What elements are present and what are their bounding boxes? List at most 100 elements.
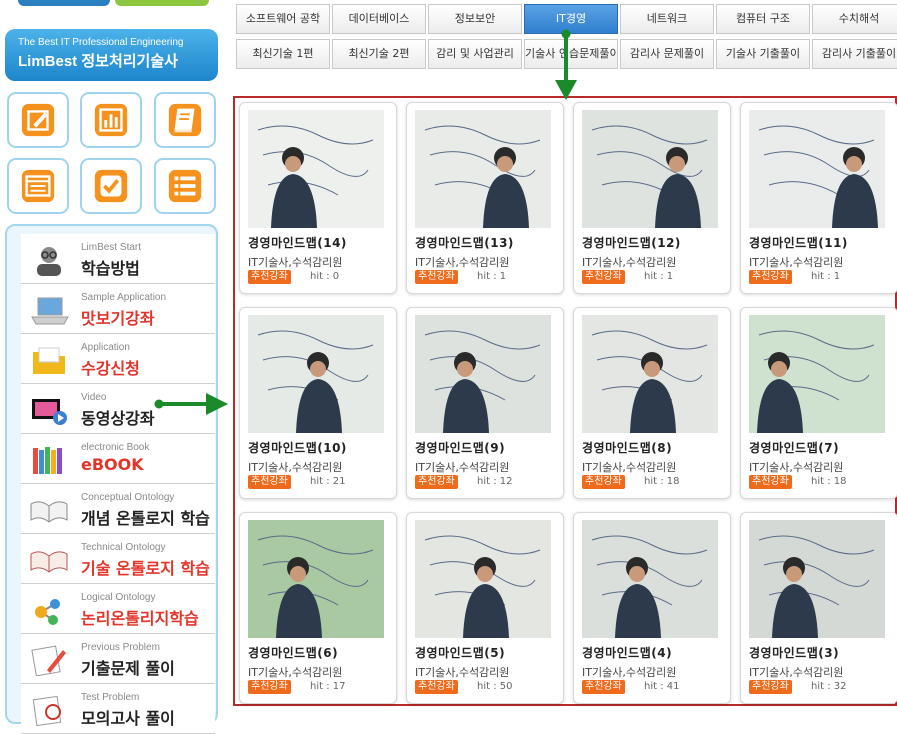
molecule-icon bbox=[29, 594, 69, 626]
hit-count: hit : 18 bbox=[644, 476, 680, 487]
quick-check-button[interactable] bbox=[80, 158, 142, 214]
video-instructor: IT기술사,수석감리원 bbox=[582, 256, 677, 269]
sidebar-item-8[interactable]: Logical Ontology 논리온톨리지학습 bbox=[21, 584, 215, 634]
video-thumbnail[interactable] bbox=[582, 315, 718, 433]
video-title[interactable]: 경영마인드맵(9) bbox=[415, 439, 505, 456]
banner-title: LimBest 정보처리기술사 bbox=[18, 53, 178, 70]
sidebar-item-2[interactable]: Sample Application 맛보기강좌 bbox=[21, 284, 215, 334]
quick-chart-button[interactable] bbox=[80, 92, 142, 148]
video-thumbnail[interactable] bbox=[749, 520, 885, 638]
sidebar-item-10[interactable]: Test Problem 모의고사 풀이 bbox=[21, 684, 215, 734]
open-book-icon bbox=[29, 494, 69, 526]
top-button-green[interactable] bbox=[115, 0, 209, 6]
tab-row1-6[interactable]: 컴퓨터 구조 bbox=[716, 4, 810, 34]
video-thumbnail[interactable] bbox=[248, 315, 384, 433]
quick-edit-button[interactable] bbox=[7, 92, 69, 148]
sidebar-item-subtitle: Technical Ontology bbox=[81, 542, 166, 553]
tab-row1-2[interactable]: 데이터베이스 bbox=[332, 4, 426, 34]
laptop-icon bbox=[29, 294, 69, 326]
recommended-badge: 추천강좌 bbox=[582, 680, 625, 694]
video-instructor: IT기술사,수석감리원 bbox=[248, 256, 343, 269]
recommended-badge: 추천강좌 bbox=[248, 475, 291, 489]
video-title[interactable]: 경영마인드맵(4) bbox=[582, 644, 672, 661]
video-thumbnail[interactable] bbox=[582, 520, 718, 638]
sidebar-item-1[interactable]: LimBest Start 학습방법 bbox=[21, 234, 215, 284]
sidebar-item-6[interactable]: Conceptual Ontology 개념 온톨로지 학습 bbox=[21, 484, 215, 534]
hit-count: hit : 12 bbox=[477, 476, 513, 487]
hit-count: hit : 21 bbox=[310, 476, 346, 487]
video-thumbnail[interactable] bbox=[582, 110, 718, 228]
video-thumbnail[interactable] bbox=[248, 520, 384, 638]
video-instructor: IT기술사,수석감리원 bbox=[248, 461, 343, 474]
video-title[interactable]: 경영마인드맵(12) bbox=[582, 234, 681, 251]
hit-count: hit : 17 bbox=[310, 681, 346, 692]
hit-count: hit : 1 bbox=[644, 271, 674, 282]
video-thumbnail[interactable] bbox=[415, 315, 551, 433]
hit-count: hit : 1 bbox=[477, 271, 507, 282]
sidebar-item-3[interactable]: Application 수강신청 bbox=[21, 334, 215, 384]
tab-row2-6[interactable]: 기술사 기출풀이 bbox=[716, 39, 810, 69]
quick-book-button[interactable] bbox=[154, 92, 216, 148]
sidebar-item-subtitle: Test Problem bbox=[81, 692, 140, 703]
tab-row2-3[interactable]: 감리 및 사업관리 bbox=[428, 39, 522, 69]
video-card[interactable]: 경영마인드맵(3) IT기술사,수석감리원 추천강좌 hit : 32 bbox=[740, 512, 897, 704]
video-card[interactable]: 경영마인드맵(4) IT기술사,수석감리원 추천강좌 hit : 41 bbox=[573, 512, 731, 704]
video-card[interactable]: 경영마인드맵(14) IT기술사,수석감리원 추천강좌 hit : 0 bbox=[239, 102, 397, 294]
video-title[interactable]: 경영마인드맵(6) bbox=[248, 644, 338, 661]
video-title[interactable]: 경영마인드맵(7) bbox=[749, 439, 839, 456]
video-title[interactable]: 경영마인드맵(13) bbox=[415, 234, 514, 251]
video-card[interactable]: 경영마인드맵(12) IT기술사,수석감리원 추천강좌 hit : 1 bbox=[573, 102, 731, 294]
hit-count: hit : 50 bbox=[477, 681, 513, 692]
video-card[interactable]: 경영마인드맵(10) IT기술사,수석감리원 추천강좌 hit : 21 bbox=[239, 307, 397, 499]
folder-icon bbox=[29, 344, 69, 376]
video-thumbnail[interactable] bbox=[749, 315, 885, 433]
tab-row1-5[interactable]: 네트워크 bbox=[620, 4, 714, 34]
tab-row2-5[interactable]: 감리사 문제풀이 bbox=[620, 39, 714, 69]
quick-list-button[interactable] bbox=[154, 158, 216, 214]
video-card[interactable]: 경영마인드맵(9) IT기술사,수석감리원 추천강좌 hit : 12 bbox=[406, 307, 564, 499]
sidebar-item-label: 논리온톨리지학습 bbox=[81, 609, 199, 628]
edit-icon bbox=[21, 103, 55, 137]
video-instructor: IT기술사,수석감리원 bbox=[415, 666, 510, 679]
video-card[interactable]: 경영마인드맵(5) IT기술사,수석감리원 추천강좌 hit : 50 bbox=[406, 512, 564, 704]
video-title[interactable]: 경영마인드맵(8) bbox=[582, 439, 672, 456]
video-card[interactable]: 경영마인드맵(11) IT기술사,수석감리원 추천강좌 hit : 1 bbox=[740, 102, 897, 294]
video-title[interactable]: 경영마인드맵(5) bbox=[415, 644, 505, 661]
sidebar-item-7[interactable]: Technical Ontology 기술 온톨로지 학습 bbox=[21, 534, 215, 584]
hit-count: hit : 1 bbox=[811, 271, 841, 282]
video-card[interactable]: 경영마인드맵(7) IT기술사,수석감리원 추천강좌 hit : 18 bbox=[740, 307, 897, 499]
tab-row2-7[interactable]: 감리사 기출풀이 bbox=[812, 39, 897, 69]
video-instructor: IT기술사,수석감리원 bbox=[749, 256, 844, 269]
video-card[interactable]: 경영마인드맵(6) IT기술사,수석감리원 추천강좌 hit : 17 bbox=[239, 512, 397, 704]
tab-row1-1[interactable]: 소프트웨어 공학 bbox=[236, 4, 330, 34]
chart-icon bbox=[94, 103, 128, 137]
tab-row2-2[interactable]: 최신기술 2편 bbox=[332, 39, 426, 69]
sidebar-item-5[interactable]: electronic Book eBOOK bbox=[21, 434, 215, 484]
tab-row1-3[interactable]: 정보보안 bbox=[428, 4, 522, 34]
video-instructor: IT기술사,수석감리원 bbox=[582, 666, 677, 679]
recommended-badge: 추천강좌 bbox=[415, 680, 458, 694]
top-button-blue[interactable] bbox=[18, 0, 110, 6]
sidebar-item-9[interactable]: Previous Problem 기출문제 풀이 bbox=[21, 634, 215, 684]
video-card[interactable]: 경영마인드맵(13) IT기술사,수석감리원 추천강좌 hit : 1 bbox=[406, 102, 564, 294]
video-title[interactable]: 경영마인드맵(11) bbox=[749, 234, 848, 251]
books-icon bbox=[29, 444, 69, 476]
video-thumbnail[interactable] bbox=[248, 110, 384, 228]
video-thumbnail[interactable] bbox=[749, 110, 885, 228]
test-paper-icon bbox=[29, 694, 69, 727]
video-title[interactable]: 경영마인드맵(10) bbox=[248, 439, 347, 456]
video-title[interactable]: 경영마인드맵(14) bbox=[248, 234, 347, 251]
sidebar-item-subtitle: Previous Problem bbox=[81, 642, 160, 653]
sidebar-item-label: 동영상강좌 bbox=[81, 409, 155, 428]
sidebar-item-label: 수강신청 bbox=[81, 359, 140, 378]
sidebar-item-subtitle: LimBest Start bbox=[81, 242, 142, 253]
video-card[interactable]: 경영마인드맵(8) IT기술사,수석감리원 추천강좌 hit : 18 bbox=[573, 307, 731, 499]
site-banner[interactable]: The Best IT Professional Engineering Lim… bbox=[5, 29, 218, 81]
video-thumbnail[interactable] bbox=[415, 110, 551, 228]
video-thumbnail[interactable] bbox=[415, 520, 551, 638]
video-title[interactable]: 경영마인드맵(3) bbox=[749, 644, 839, 661]
tab-row1-7[interactable]: 수치해석 bbox=[812, 4, 897, 34]
recommended-badge: 추천강좌 bbox=[749, 270, 792, 284]
tab-row2-1[interactable]: 최신기술 1편 bbox=[236, 39, 330, 69]
quick-form-button[interactable] bbox=[7, 158, 69, 214]
